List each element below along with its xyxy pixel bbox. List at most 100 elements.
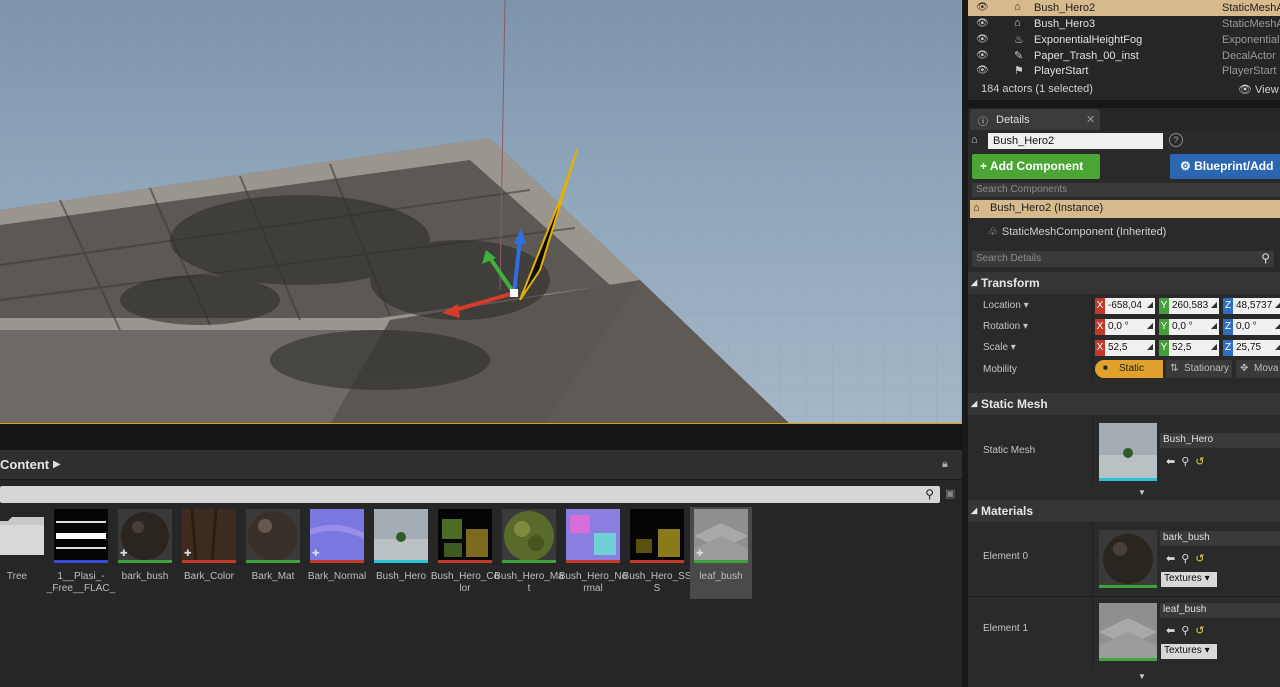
eye-icon[interactable]: 👁︎ bbox=[976, 2, 989, 13]
location-label-text: Location bbox=[983, 300, 1021, 311]
asset-tile-bush-hero[interactable]: Bush_Hero bbox=[370, 507, 432, 599]
rotation-z-input[interactable]: 0,0 ° ◢ bbox=[1233, 319, 1280, 335]
asset-tile-bark-normal[interactable]: ✚ Bark_Normal bbox=[306, 507, 368, 599]
close-icon[interactable]: ✕ bbox=[1086, 113, 1095, 126]
asset-tools: ⬅⚲↺ bbox=[1166, 552, 1211, 565]
asset-tile-bush-hero-color[interactable]: Bush_Hero_Color bbox=[431, 507, 499, 599]
drag-handle-icon: ◢ bbox=[1274, 342, 1280, 351]
level-viewport[interactable] bbox=[0, 0, 962, 424]
z-axis-badge: Z bbox=[1223, 298, 1233, 314]
textures-dropdown-label: Textures bbox=[1164, 645, 1202, 656]
asset-tile-sound[interactable]: 1__Plasi_-_Free__FLAC_ bbox=[47, 507, 115, 599]
chevron-down-icon: ▾ bbox=[1204, 573, 1210, 584]
textures-dropdown[interactable]: Textures ▾ bbox=[1161, 644, 1217, 659]
texture-icon bbox=[566, 509, 620, 563]
asset-tile-bush-hero-normal[interactable]: Bush_Hero_Normal bbox=[559, 507, 627, 599]
material-thumbnail[interactable] bbox=[1099, 530, 1157, 588]
scale-z-value: 25,75 bbox=[1236, 342, 1262, 353]
asset-tile-bark-color[interactable]: ✚ Bark_Color bbox=[178, 507, 240, 599]
asset-tile-leaf-bush[interactable]: ✚ leaf_bush bbox=[690, 507, 752, 599]
static-mesh-icon bbox=[374, 509, 428, 563]
mobility-label: Mobility bbox=[983, 364, 1017, 375]
rotation-x-input[interactable]: 0,0 ° ◢ bbox=[1105, 319, 1155, 335]
browse-search-icon[interactable]: ⚲ bbox=[1181, 456, 1195, 468]
path-chevron-right-icon[interactable]: ▶ bbox=[53, 459, 61, 470]
viewport-scene bbox=[0, 0, 961, 423]
category-materials[interactable]: ◢ Materials bbox=[968, 500, 1280, 522]
scale-x-input[interactable]: 52,5 ◢ bbox=[1105, 340, 1155, 356]
outliner-row[interactable]: 👁︎ ⚑ PlayerStart PlayerStart bbox=[968, 63, 1280, 79]
asset-tile-tree[interactable]: Tree bbox=[0, 507, 48, 599]
location-vector: X -658,04 ◢ Y 260,583 ◢ Z 48,5737 ◢ bbox=[1095, 298, 1280, 314]
add-component-button[interactable]: + Add Component bbox=[972, 154, 1100, 179]
asset-tile-bush-hero-sss[interactable]: Bush_Hero_SSS bbox=[623, 507, 691, 599]
location-y-input[interactable]: 260,583 ◢ bbox=[1169, 298, 1219, 314]
expand-arrow-icon[interactable]: ▼ bbox=[1138, 672, 1146, 681]
view-options-button[interactable]: 👁︎ View bbox=[1238, 83, 1279, 96]
tab-details[interactable]: ⓘ Details ✕ bbox=[970, 109, 1100, 130]
texture-type-icon: ✚ bbox=[184, 548, 192, 558]
rotation-label[interactable]: Rotation ▾ bbox=[983, 321, 1028, 332]
rotation-y-input[interactable]: 0,0 ° ◢ bbox=[1169, 319, 1219, 335]
use-selected-arrow-icon[interactable]: ⬅ bbox=[1166, 456, 1181, 468]
mobility-stationary-button[interactable]: ⇅ Stationary bbox=[1166, 360, 1232, 378]
outliner-row[interactable]: 👁︎ ⌂ Bush_Hero2 StaticMeshA bbox=[968, 0, 1280, 16]
scale-label[interactable]: Scale ▾ bbox=[983, 342, 1016, 353]
category-static-mesh[interactable]: ◢ Static Mesh bbox=[968, 393, 1280, 415]
mesh-actor-icon: ⌂ bbox=[1014, 1, 1021, 13]
location-x-input[interactable]: -658,04 ◢ bbox=[1105, 298, 1155, 314]
eye-icon[interactable]: 👁︎ bbox=[976, 65, 989, 76]
mobility-movable-button[interactable]: ✥ Movable bbox=[1236, 360, 1280, 378]
expand-arrow-icon[interactable]: ▼ bbox=[1138, 488, 1146, 497]
blueprint-add-script-button[interactable]: ⚙ Blueprint/Add bbox=[1170, 154, 1280, 179]
static-mesh-thumbnail[interactable] bbox=[1099, 423, 1157, 481]
actor-name-field[interactable]: Bush_Hero2 bbox=[988, 133, 1163, 149]
textures-dropdown[interactable]: Textures ▾ bbox=[1161, 572, 1217, 587]
lock-icon[interactable]: 🔒︎ bbox=[942, 458, 948, 471]
content-path-root[interactable]: Content bbox=[0, 457, 49, 472]
asset-tile-bush-hero-mat[interactable]: Bush_Hero_Mat bbox=[494, 507, 564, 599]
material-asset-name[interactable]: leaf_bush bbox=[1160, 603, 1280, 618]
outliner-row[interactable]: 👁︎ ✎ Paper_Trash_00_inst DecalActor bbox=[968, 48, 1280, 64]
stationary-icon: ⇅ bbox=[1170, 363, 1179, 374]
content-search-input[interactable]: ⚲ bbox=[0, 486, 940, 503]
search-icon[interactable]: ⚲ bbox=[925, 487, 934, 501]
reset-icon[interactable]: ↺ bbox=[1195, 553, 1210, 565]
browse-search-icon[interactable]: ⚲ bbox=[1181, 553, 1195, 565]
scale-z-input[interactable]: 25,75 ◢ bbox=[1233, 340, 1280, 356]
location-label[interactable]: Location ▾ bbox=[983, 300, 1029, 311]
outliner-row[interactable]: 👁︎ ⌂ Bush_Hero3 StaticMeshA bbox=[968, 16, 1280, 32]
search-icon[interactable]: ⚲ bbox=[1261, 251, 1270, 265]
browse-search-icon[interactable]: ⚲ bbox=[1181, 625, 1195, 637]
asset-tile-bark-bush[interactable]: ✚ bark_bush bbox=[114, 507, 176, 599]
column-divider bbox=[1092, 294, 1093, 382]
category-transform[interactable]: ◢ Transform bbox=[968, 272, 1280, 294]
reset-icon[interactable]: ↺ bbox=[1195, 456, 1210, 468]
mobility-static-button[interactable]: ■ Static bbox=[1095, 360, 1163, 378]
eye-icon[interactable]: 👁︎ bbox=[976, 34, 989, 45]
scale-vector: X 52,5 ◢ Y 52,5 ◢ Z 25,75 ◢ bbox=[1095, 340, 1280, 356]
collapse-triangle-icon: ◢ bbox=[971, 506, 978, 515]
static-mesh-asset-name[interactable]: Bush_Hero bbox=[1160, 433, 1280, 448]
reset-icon[interactable]: ↺ bbox=[1195, 625, 1210, 637]
search-details-input[interactable]: Search Details ⚲ bbox=[972, 251, 1274, 267]
material-asset-name[interactable]: bark_bush bbox=[1160, 531, 1280, 546]
help-icon[interactable]: ? bbox=[1169, 133, 1183, 147]
eye-icon[interactable]: 👁︎ bbox=[976, 18, 989, 29]
material-thumbnail[interactable] bbox=[1099, 603, 1157, 661]
component-instance-row[interactable]: ⌂ Bush_Hero2 (Instance) bbox=[970, 200, 1280, 218]
texture-icon bbox=[438, 509, 492, 563]
search-components-input[interactable]: Search Components bbox=[972, 183, 1280, 197]
eye-icon[interactable]: 👁︎ bbox=[976, 50, 989, 61]
use-selected-arrow-icon[interactable]: ⬅ bbox=[1166, 625, 1181, 637]
asset-tile-bark-mat[interactable]: Bark_Mat bbox=[242, 507, 304, 599]
scale-y-input[interactable]: 52,5 ◢ bbox=[1169, 340, 1219, 356]
blueprint-label: Blueprint/Add bbox=[1194, 159, 1274, 173]
category-title: Transform bbox=[981, 276, 1040, 290]
use-selected-arrow-icon[interactable]: ⬅ bbox=[1166, 553, 1181, 565]
location-z-input[interactable]: 48,5737 ◢ bbox=[1233, 298, 1280, 314]
save-icon[interactable]: ▣ bbox=[945, 487, 955, 500]
outliner-row[interactable]: 👁︎ ♨ ExponentialHeightFog ExponentialH bbox=[968, 32, 1280, 48]
drag-handle-icon: ◢ bbox=[1274, 300, 1280, 309]
static-mesh-component-row[interactable]: ♧ StaticMeshComponent (Inherited) bbox=[988, 225, 1166, 238]
